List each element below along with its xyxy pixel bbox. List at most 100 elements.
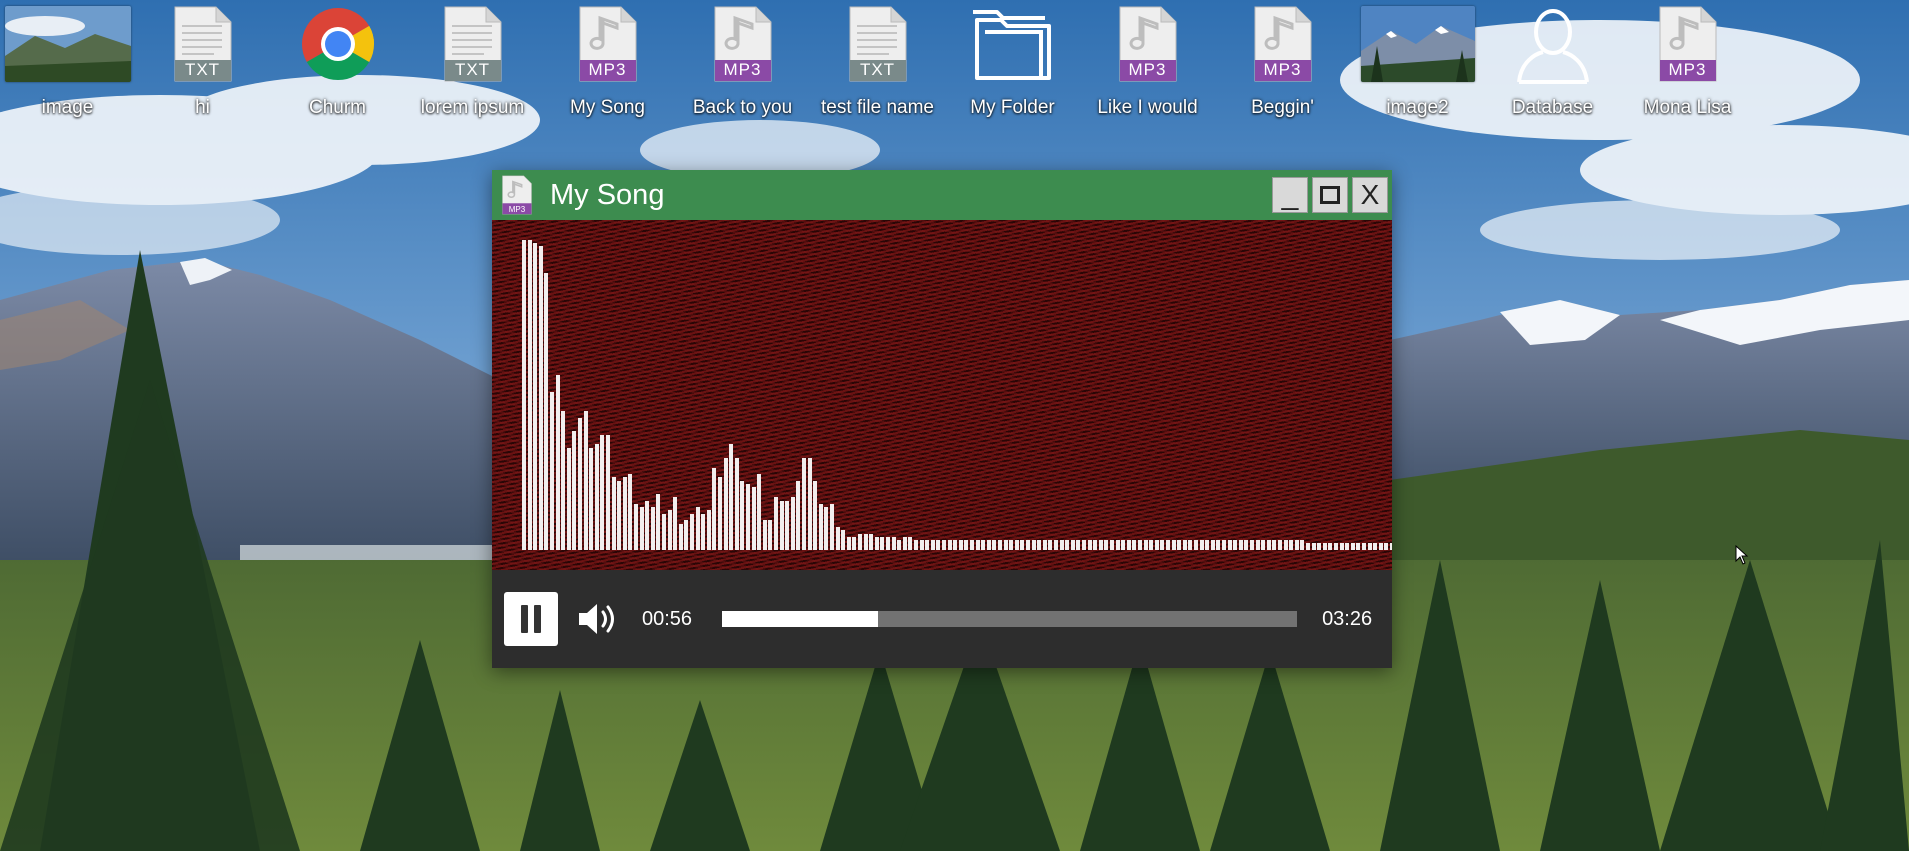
txt-file-icon: TXT [174,6,232,82]
spectrum-bar [1199,540,1204,550]
spectrum-bar [527,239,532,550]
spectrum-bar [986,540,991,550]
audio-visualizer [492,220,1392,570]
desktop-icon-database[interactable]: Database [1485,6,1620,124]
spectrum-bar [964,540,969,550]
desktop-icon-label: Back to you [692,97,793,118]
desktop-icon-my-folder[interactable]: My Folder [945,6,1080,124]
desktop-icon-label: Like I would [1097,97,1198,118]
desktop-icon-label: image [41,97,94,118]
desktop-icon-back-to-you[interactable]: MP3 Back to you [675,6,810,124]
mp3-file-icon: MP3 [1119,6,1177,82]
spectrum-bar [1244,540,1249,550]
spectrum-bar [863,533,868,550]
pause-button[interactable] [504,592,558,646]
spectrum-bar [645,500,650,550]
image-thumbnail-icon [1350,6,1485,86]
spectrum-bar [1132,540,1137,550]
window-controls: _ X [1272,177,1388,213]
spectrum-bar [830,503,834,550]
spectrum-bar [695,507,700,550]
spectrum-bar [1026,540,1030,550]
spectrum-bar [1042,540,1047,550]
spectrum-bar [958,540,963,550]
desktop-icon-mona-lisa[interactable]: MP3 Mona Lisa [1620,6,1755,124]
spectrum-bar [606,434,610,550]
close-button[interactable]: X [1352,177,1388,213]
spectrum-bar [600,434,605,550]
spectrum-bar [1373,543,1378,550]
spectrum-bar [757,474,762,550]
spectrum-bar [779,500,784,550]
desktop-icon-label: lorem ipsum [420,97,525,118]
spectrum-bar [891,536,896,550]
minimize-button[interactable]: _ [1272,177,1308,213]
desktop-icon-image2[interactable]: image2 [1350,6,1485,124]
spectrum-bar [583,411,588,550]
spectrum-bar [1138,540,1142,550]
spectrum-bar [1070,540,1075,550]
spectrum-bar [790,497,795,550]
spectrum-bar [874,536,879,550]
window-icon-ext: MP3 [508,205,526,214]
spectrum-bar [998,540,1002,550]
spectrum-bar [1171,540,1176,550]
spectrum-bar [762,520,767,550]
spectrum-bar [1059,540,1064,550]
spectrum-bar [650,507,655,550]
spectrum-bar [555,375,560,550]
spectrum-bar [880,536,885,550]
spectrum-bar [1188,540,1193,550]
spectrum-bar [1143,540,1148,550]
desktop-icon-grid: image TXT hi Churm TXT lorem ipsum MP3 M… [0,0,1909,130]
desktop-icon-label: image2 [1386,97,1449,118]
spectrum-bar [1065,540,1070,550]
maximize-button[interactable] [1312,177,1348,213]
spectrum-bar [947,540,952,550]
desktop-icon-my-song[interactable]: MP3 My Song [540,6,675,124]
desktop-icon-image[interactable]: image [0,6,135,124]
spectrum-bar [1222,540,1226,550]
close-icon: X [1360,179,1380,210]
spectrum-bar [908,536,913,550]
media-player-window[interactable]: MP3 My Song _ X 00:56 03:26 [492,170,1392,668]
spectrum-bar [1384,543,1389,550]
spectrum-bar [818,503,823,550]
spectrum-bar [942,540,946,550]
desktop-icon-like-i-would[interactable]: MP3 Like I would [1080,6,1215,124]
spectrum-bar [1266,540,1271,550]
desktop-icon-label: My Folder [970,97,1055,118]
spectrum-bar [919,540,924,550]
desktop-icon-hi[interactable]: TXT hi [135,6,270,124]
spectrum-bar [1317,543,1322,550]
desktop-icon-beggin[interactable]: MP3 Beggin' [1215,6,1350,124]
volume-button[interactable] [574,595,622,643]
spectrum-bar [734,457,739,550]
user-profile-icon [1485,6,1620,86]
mp3-file-icon: MP3 [579,6,637,82]
spectrum-bar [522,239,526,550]
spectrum-bar [1306,543,1310,550]
desktop-icon-churm[interactable]: Churm [270,6,405,124]
folder-icon [945,6,1080,86]
spectrum-bar [1009,540,1014,550]
spectrum-bar [914,540,918,550]
spectrum-bar [718,477,722,550]
current-time: 00:56 [642,607,693,630]
maximize-icon [1320,186,1340,204]
spectrum-bar [1378,543,1383,550]
window-titlebar[interactable]: MP3 My Song _ X [492,170,1392,220]
spectrum-bar [1166,540,1170,550]
spectrum-bar [846,536,851,550]
spectrum-bar [656,493,661,550]
spectrum-bar [936,540,941,550]
seek-bar[interactable] [722,611,1298,627]
spectrum-bar [802,457,806,550]
spectrum-bar [544,272,549,550]
desktop-icon-lorem-ipsum[interactable]: TXT lorem ipsum [405,6,540,124]
spectrum-bar [1345,543,1350,550]
desktop-icon-label: Database [1511,97,1594,118]
desktop-icon-test-file-name[interactable]: TXT test file name [810,6,945,124]
player-controls: 00:56 03:26 [492,570,1392,668]
spectrum-bar [622,477,627,550]
